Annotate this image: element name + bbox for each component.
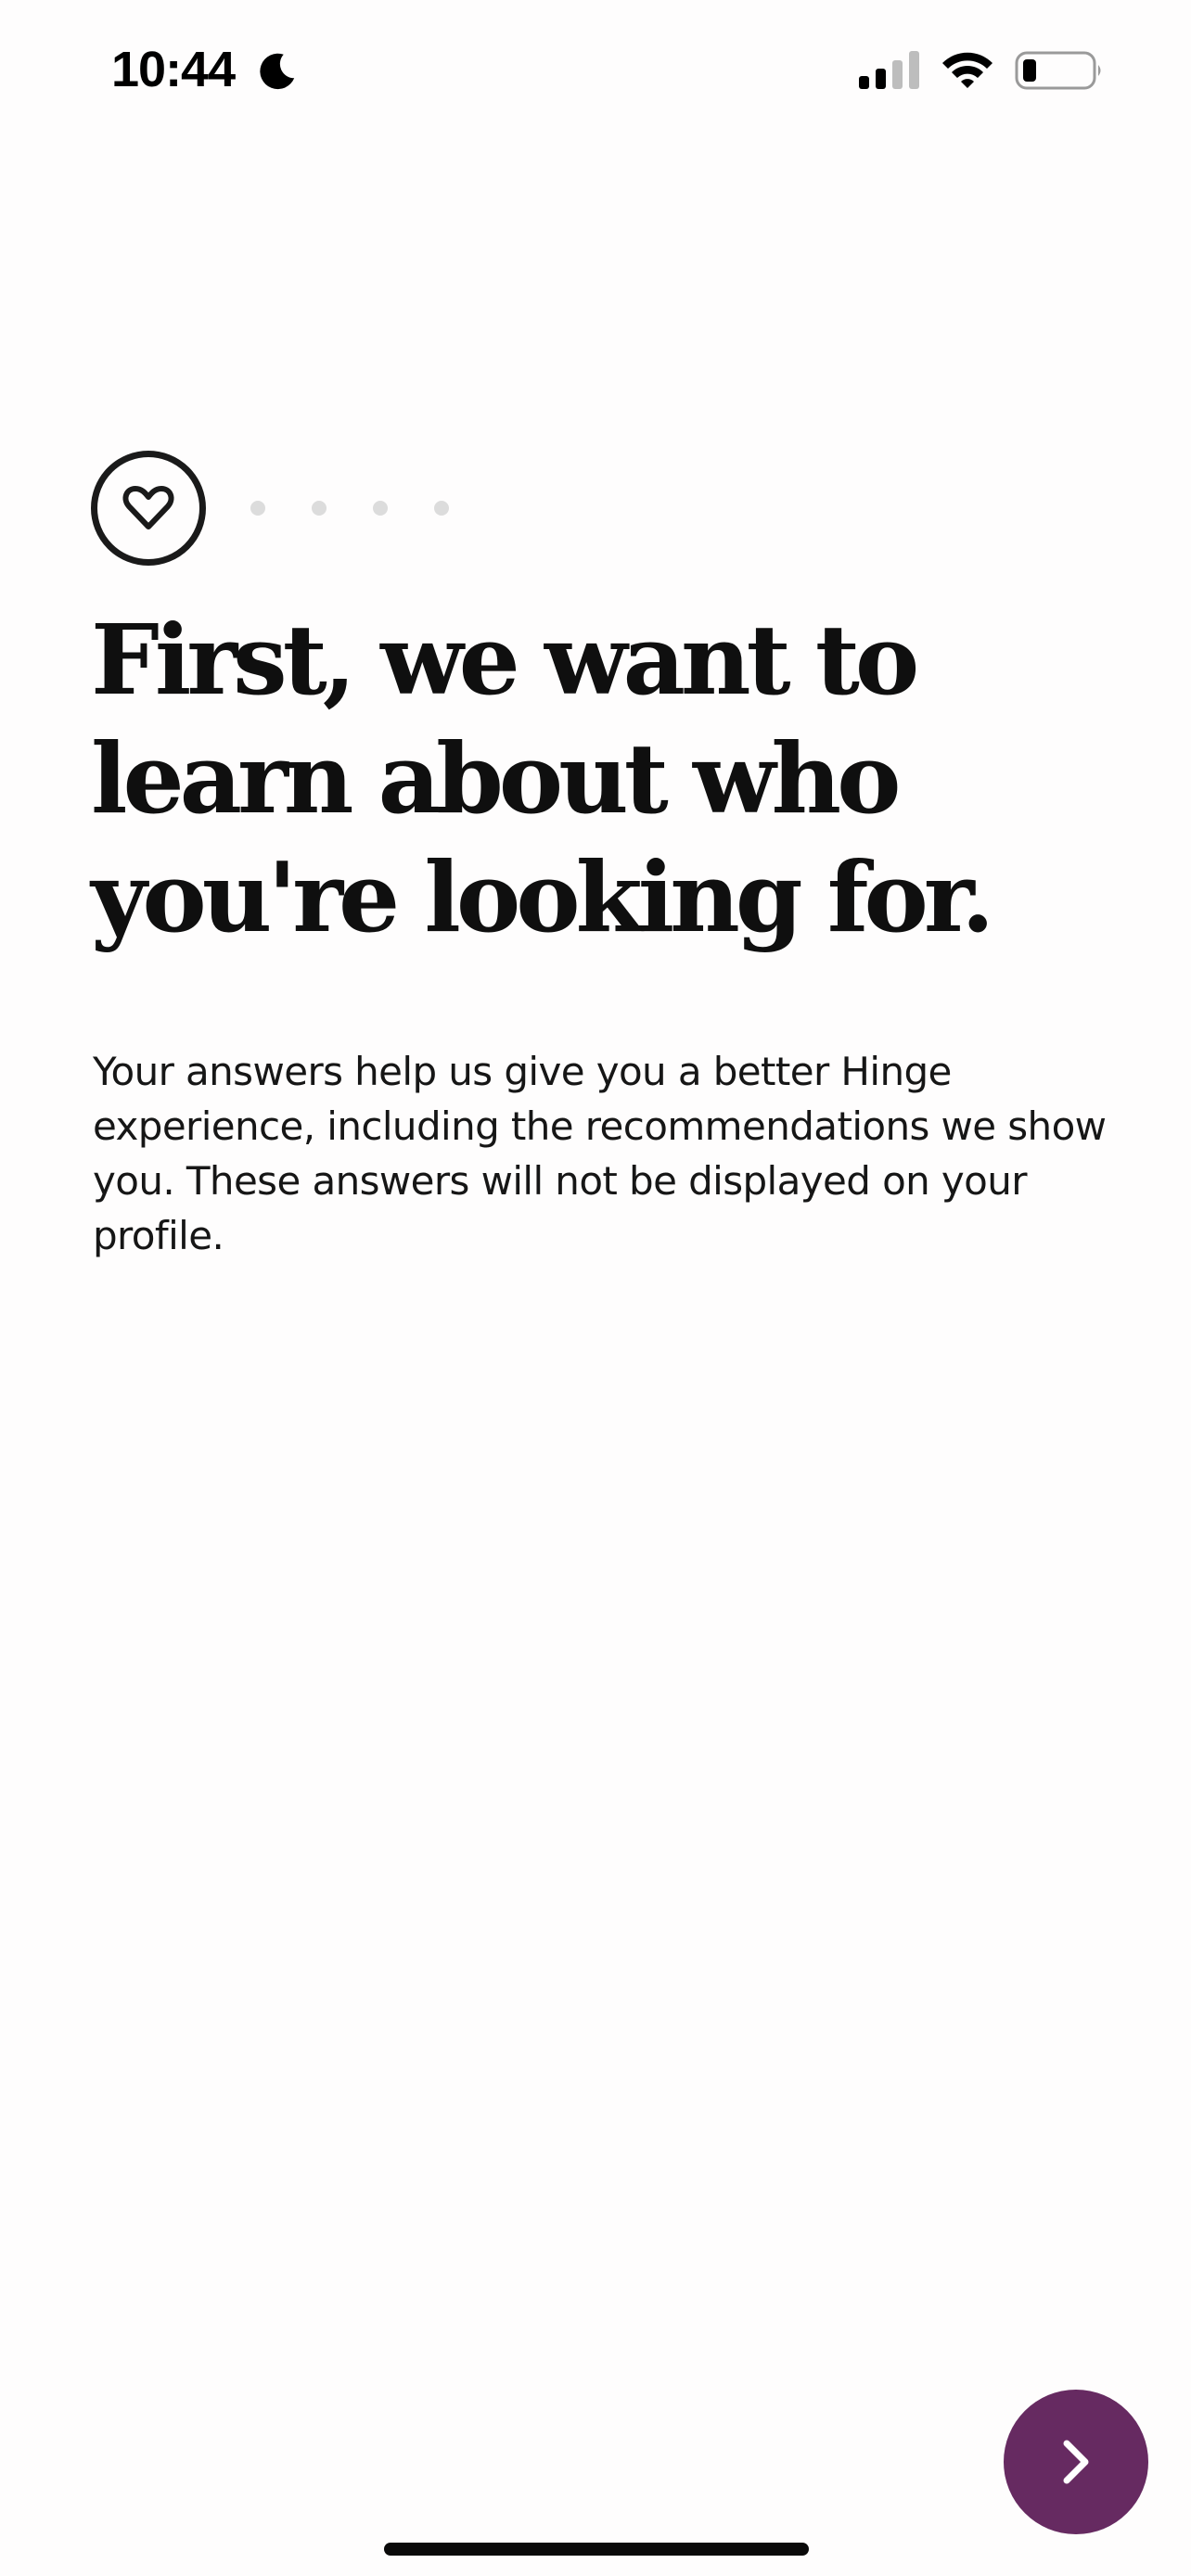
progress-dot: [373, 501, 388, 516]
page-title: First, we want to learn about who you're…: [91, 603, 994, 954]
heart-icon: [122, 486, 174, 529]
progress-dot: [312, 501, 327, 516]
page-description: Your answers help us give you a better H…: [93, 1049, 1107, 1258]
wifi-icon: [942, 52, 992, 88]
status-bar: 10:44: [0, 0, 1191, 139]
progress-dot: [250, 501, 265, 516]
battery-icon: [1015, 51, 1101, 90]
home-indicator[interactable]: [384, 2543, 809, 2556]
next-button[interactable]: [1004, 2390, 1148, 2534]
onboarding-progress: [91, 451, 449, 566]
signal-icon: [859, 51, 919, 89]
chevron-right-icon: [1063, 2440, 1089, 2484]
status-time: 10:44: [111, 42, 236, 97]
progress-dot: [434, 501, 449, 516]
current-step-badge: [91, 451, 206, 566]
moon-icon: [260, 53, 295, 90]
